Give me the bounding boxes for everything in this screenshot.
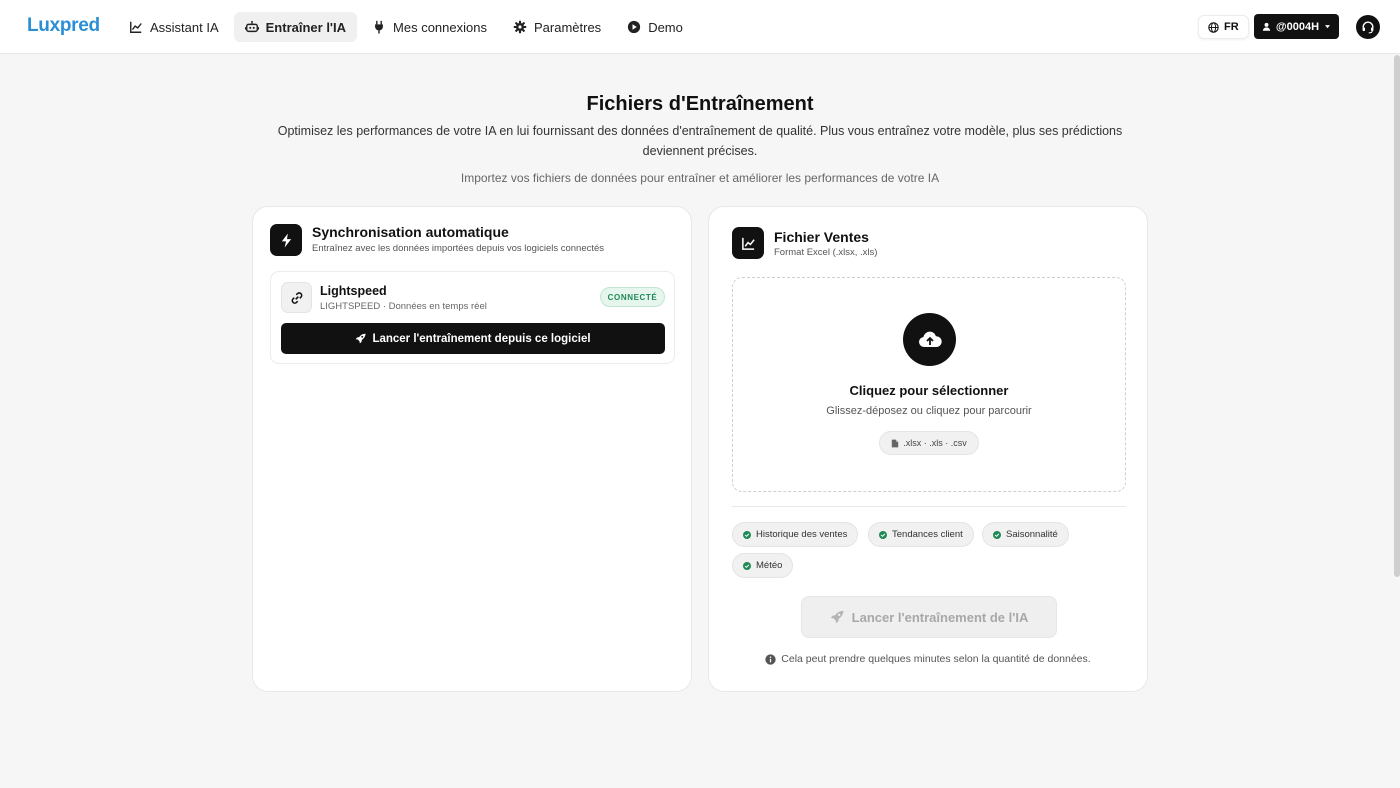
nav-mes-connexions-label: Mes connexions (393, 19, 487, 35)
file-dropzone[interactable]: Cliquez pour sélectionner Glissez-dépose… (732, 277, 1126, 492)
nav-entrainer-ia-label: Entraîner l'IA (265, 19, 347, 35)
caret-down-icon (1325, 25, 1331, 29)
page-scrollbar[interactable] (1394, 55, 1400, 577)
info-note: Cela peut prendre quelques minutes selon… (709, 653, 1147, 665)
link-icon (281, 282, 312, 313)
launch-from-software-label: Lancer l'entraînement depuis ce logiciel (372, 332, 591, 345)
tag-meteo: Météo (732, 553, 794, 578)
check-circle-icon (743, 530, 751, 539)
nav-entrainer-ia[interactable]: Entraîner l'IA (233, 12, 358, 42)
nav-parametres-label: Paramètres (533, 19, 602, 35)
integration-item-lightspeed: Lightspeed LIGHTSPEED · Données en temps… (270, 271, 675, 364)
tag-label: Saisonnalité (1006, 529, 1058, 540)
file-icon (892, 439, 899, 447)
page-title: Fichiers d'Entraînement (586, 93, 814, 115)
tag-label: Historique des ventes (756, 529, 848, 540)
check-circle-icon (743, 561, 751, 570)
info-icon (765, 653, 776, 665)
check-circle-icon (993, 530, 1001, 539)
chart-line-icon (130, 21, 142, 33)
launch-from-software-button[interactable]: Lancer l'entraînement depuis ce logiciel (281, 323, 665, 354)
tag-tendances-client: Tendances client (868, 522, 974, 547)
tag-saisonnalite: Saisonnalité (982, 522, 1069, 547)
user-icon (1262, 22, 1271, 31)
sync-card-title: Synchronisation automatique (312, 224, 509, 240)
tag-label: Tendances client (892, 529, 963, 540)
integration-meta: LIGHTSPEED · Données en temps réel (320, 301, 487, 312)
nav-demo[interactable]: Demo (616, 12, 694, 42)
sync-card: Synchronisation automatique Entraînez av… (252, 206, 692, 692)
tag-label: Météo (756, 560, 783, 571)
rocket-icon (356, 333, 367, 344)
top-navbar: Luxpred Assistant IA Entraîner l'IA Mes … (0, 0, 1400, 54)
gear-icon (513, 20, 527, 34)
play-circle-icon (628, 20, 641, 34)
accepted-formats-label: .xlsx · .xls · .csv (903, 438, 967, 448)
info-note-label: Cela peut prendre quelques minutes selon… (781, 653, 1091, 665)
sales-file-subtitle: Format Excel (.xlsx, .xls) (774, 247, 878, 258)
sales-file-title: Fichier Ventes (774, 229, 869, 245)
check-circle-icon (879, 530, 887, 539)
bolt-icon (270, 224, 302, 256)
nav-assistant-ia-label: Assistant IA (150, 19, 219, 35)
dropzone-subtitle: Glissez-déposez ou cliquez pour parcouri… (826, 405, 1032, 417)
robot-icon (244, 20, 259, 33)
nav-demo-label: Demo (648, 19, 683, 35)
globe-icon (1208, 21, 1219, 33)
nav-assistant-ia[interactable]: Assistant IA (118, 12, 230, 42)
page-description: Optimisez les performances de votre IA e… (277, 124, 1123, 158)
accepted-formats: .xlsx · .xls · .csv (879, 431, 979, 455)
dropzone-title: Cliquez pour sélectionner (849, 383, 1009, 398)
logo[interactable]: Luxpred (27, 15, 100, 37)
nav-parametres[interactable]: Paramètres (502, 12, 612, 42)
headset-icon (1362, 21, 1374, 34)
sales-file-card: Fichier Ventes Format Excel (.xlsx, .xls… (708, 206, 1148, 692)
cloud-upload-icon (903, 313, 956, 366)
plug-icon (375, 20, 383, 34)
language-selector[interactable]: FR (1198, 15, 1249, 39)
language-label: FR (1224, 21, 1239, 33)
support-button[interactable] (1356, 15, 1380, 39)
nav-mes-connexions[interactable]: Mes connexions (361, 12, 498, 42)
user-label: @0004H (1275, 20, 1320, 33)
rocket-icon (830, 610, 844, 624)
launch-ai-training-button[interactable]: Lancer l'entraînement de l'IA (801, 596, 1057, 638)
sync-card-subtitle: Entraînez avec les données importées dep… (312, 243, 605, 254)
integration-name: Lightspeed (320, 284, 387, 298)
divider (732, 506, 1126, 507)
page-subtitle: Importez vos fichiers de données pour en… (460, 171, 940, 185)
chart-line-icon (732, 227, 764, 259)
nav-links: Assistant IA Entraîner l'IA Mes connexio… (118, 12, 694, 42)
tag-historique-ventes: Historique des ventes (732, 522, 859, 547)
launch-ai-training-label: Lancer l'entraînement de l'IA (851, 609, 1029, 625)
user-menu-button[interactable]: @0004H (1254, 14, 1339, 39)
status-badge: CONNECTÉ (600, 287, 665, 307)
